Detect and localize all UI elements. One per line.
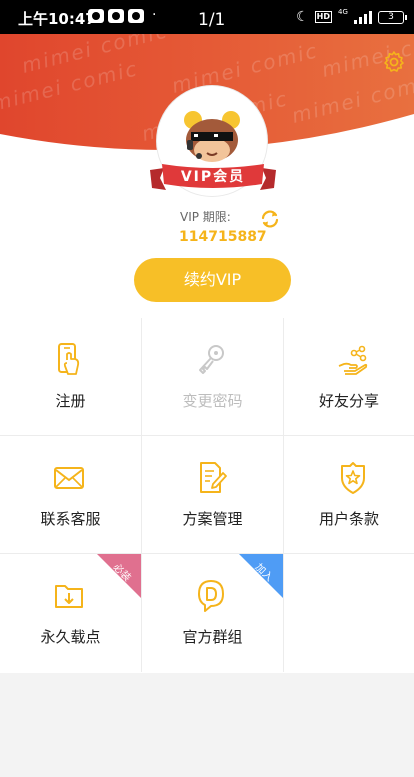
menu-empty-cell (284, 554, 414, 672)
refresh-icon[interactable] (258, 207, 282, 231)
menu-item-plan-management[interactable]: 方案管理 (142, 436, 284, 554)
status-time: 上午10:47 (18, 10, 96, 28)
screen: 上午10:47 · 1/1 ☾ HD 4G 3 mimei comic mime… (0, 0, 414, 777)
profile-header: mimei comic mimei comic mimei comic mime… (0, 34, 414, 324)
status-bar: 上午10:47 · 1/1 ☾ HD 4G 3 (0, 0, 414, 34)
wechat-notification-icon (88, 9, 104, 23)
menu-item-label: 官方群组 (182, 628, 243, 646)
folder-download-icon (55, 585, 83, 608)
settings-gear-icon[interactable] (382, 50, 406, 74)
battery-icon: 3 (378, 10, 407, 24)
moon-icon: ☾ (296, 9, 309, 25)
phone-touch-icon (58, 343, 80, 375)
menu-item-official-group[interactable]: 官方群组 加入 (142, 554, 284, 672)
vip-ribbon: VIP会员 (150, 158, 276, 198)
menu-item-customer-service[interactable]: 联系客服 (0, 436, 142, 554)
status-right-group: ☾ HD 4G 3 (296, 8, 407, 26)
vip-ribbon-label: VIP会员 (180, 169, 246, 185)
menu-item-label: 用户条款 (318, 510, 379, 528)
renew-vip-button[interactable]: 续约VIP (134, 258, 291, 302)
menu-item-label: 永久载点 (40, 628, 101, 646)
badge-join: 加入 (239, 554, 283, 598)
menu-item-label: 联系客服 (40, 510, 101, 528)
vip-number: 114715887 (179, 229, 267, 245)
share-hand-icon (338, 345, 368, 375)
shield-star-icon (341, 462, 365, 494)
status-dot: · (152, 7, 157, 23)
signal-icon: 4G (338, 8, 372, 24)
menu-item-label: 方案管理 (182, 510, 243, 528)
menu-item-register[interactable]: 注册 (0, 318, 142, 436)
hd-badge: HD (314, 11, 332, 23)
chat-d-icon (198, 580, 224, 612)
network-label: 4G (338, 8, 348, 16)
menu-item-permanent-download[interactable]: 永久载点 必装 (0, 554, 142, 672)
menu-grid: 注册 变更密码 好友分享 联系客服 方案管理 用户条款 永久载点 必装 官方群组… (0, 318, 414, 673)
page-indicator: 1/1 (198, 10, 226, 30)
app-notification-icon (128, 9, 144, 23)
menu-item-share[interactable]: 好友分享 (284, 318, 414, 436)
document-edit-icon (200, 462, 227, 493)
badge-required: 必装 (97, 554, 141, 598)
vip-expiry-label: VIP 期限: (180, 210, 231, 224)
key-icon (199, 345, 224, 374)
menu-item-label: 注册 (55, 392, 86, 410)
envelope-icon (54, 467, 84, 489)
wechat-notification-icon (108, 9, 124, 23)
menu-item-label: 变更密码 (182, 392, 243, 410)
menu-item-change-password[interactable]: 变更密码 (142, 318, 284, 436)
menu-item-label: 好友分享 (318, 392, 379, 410)
menu-item-user-terms[interactable]: 用户条款 (284, 436, 414, 554)
